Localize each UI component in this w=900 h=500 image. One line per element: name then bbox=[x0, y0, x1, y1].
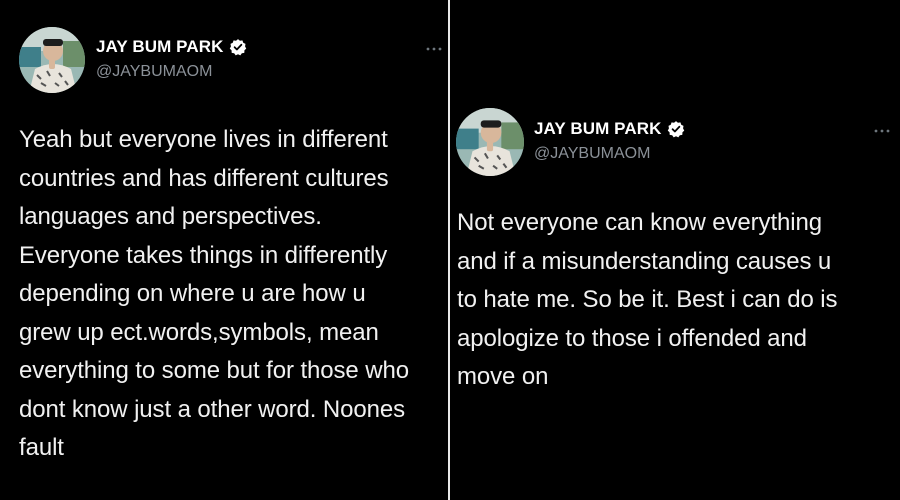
avatar-photo bbox=[456, 108, 524, 176]
author-display-name[interactable]: JAY BUM PARK bbox=[534, 119, 661, 139]
more-horizontal-icon[interactable] bbox=[426, 40, 442, 56]
tweet-text: Not everyone can know everything and if … bbox=[457, 209, 838, 390]
tweet-card-left: JAY BUM PARK @JAYBUMAOM Yeah but everyon… bbox=[0, 0, 448, 500]
more-horizontal-icon[interactable] bbox=[874, 122, 890, 138]
author-name-row[interactable]: JAY BUM PARK bbox=[534, 119, 685, 139]
tweet-text: Yeah but everyone lives in different cou… bbox=[19, 126, 409, 461]
author-handle[interactable]: @JAYBUMAOM bbox=[534, 145, 650, 163]
avatar-photo bbox=[19, 27, 85, 93]
author-display-name[interactable]: JAY BUM PARK bbox=[96, 37, 223, 57]
tweet-card-right: JAY BUM PARK @JAYBUMAOM Not everyone can… bbox=[450, 0, 900, 500]
avatar[interactable] bbox=[19, 27, 85, 93]
author-handle[interactable]: @JAYBUMAOM bbox=[96, 63, 212, 81]
verified-badge-icon bbox=[229, 38, 247, 56]
author-name-row[interactable]: JAY BUM PARK bbox=[96, 37, 247, 57]
verified-badge-icon bbox=[667, 120, 685, 138]
avatar[interactable] bbox=[456, 108, 524, 176]
